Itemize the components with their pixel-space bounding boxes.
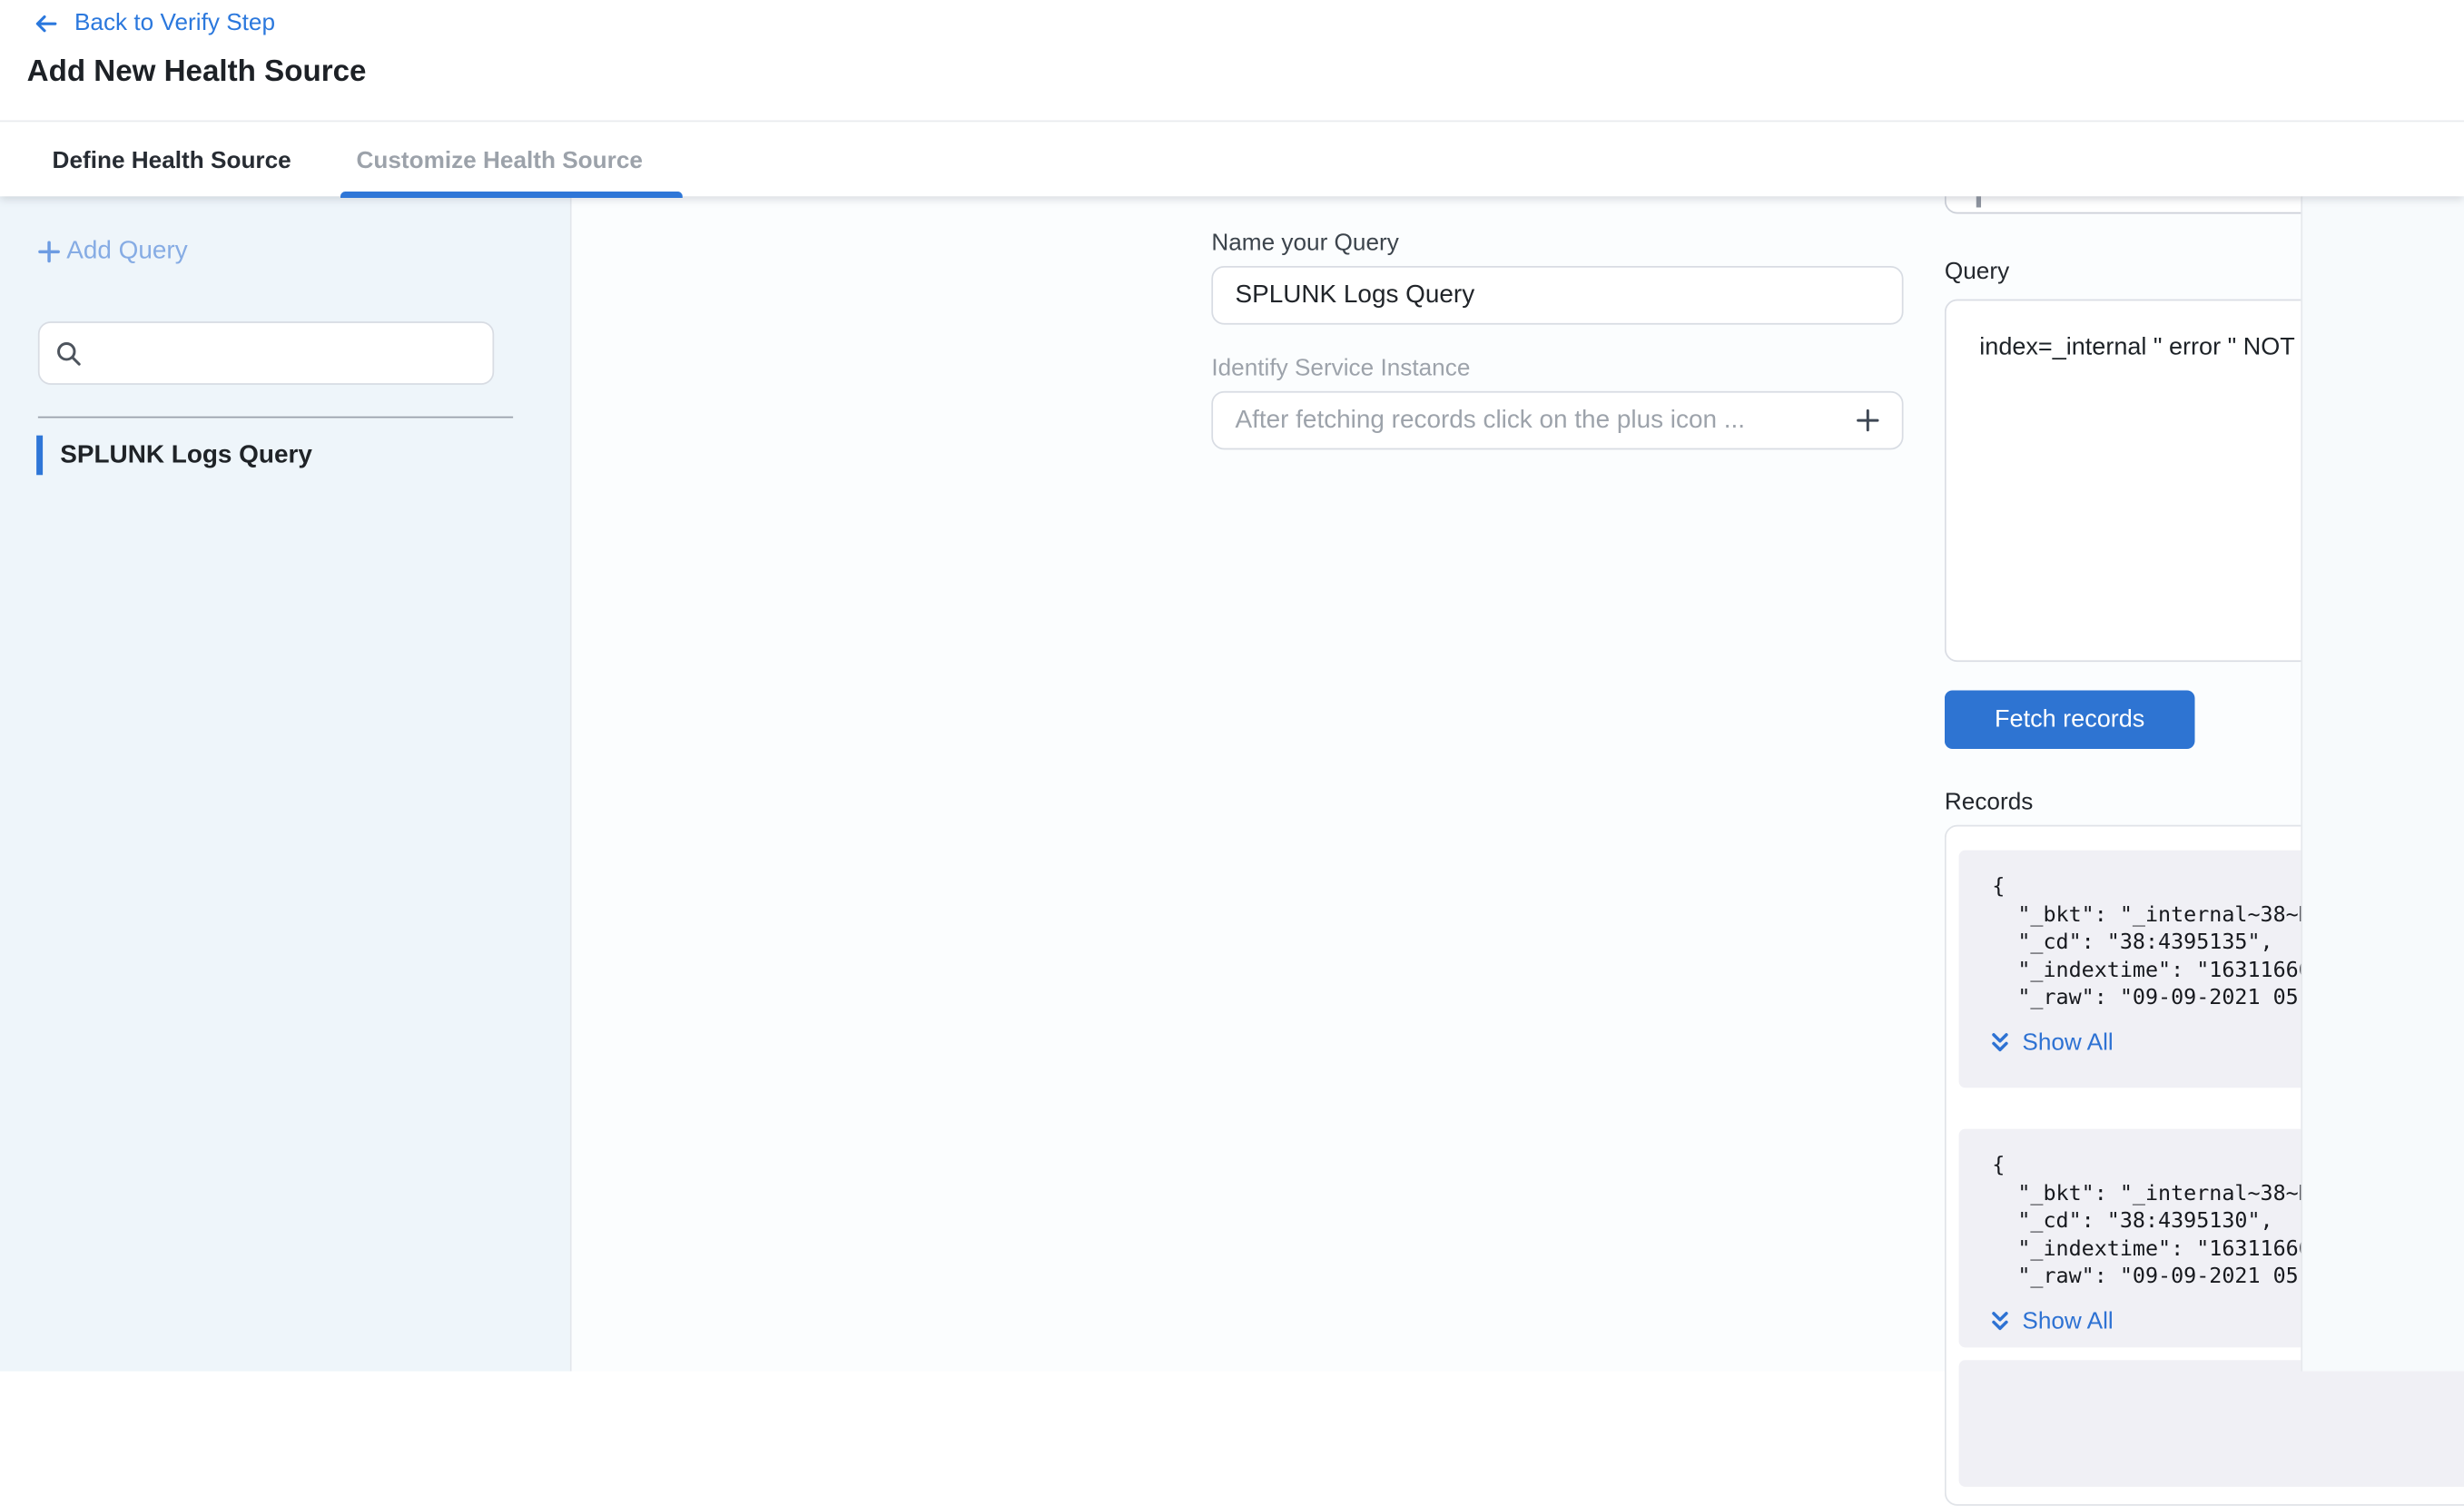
back-link-label: Back to Verify Step (74, 9, 275, 36)
double-chevron-down-icon (1989, 1030, 2011, 1054)
show-all-label: Show All (2022, 1308, 2113, 1335)
query-search (38, 321, 494, 385)
right-gutter-panel (2301, 196, 2464, 1371)
sidebar-item-splunk-logs-query[interactable]: SPLUNK Logs Query (36, 436, 543, 476)
plus-icon (1854, 406, 1881, 433)
double-chevron-down-icon (1989, 1309, 2011, 1333)
app-window: Back to Verify Step Add New Health Sourc… (0, 0, 2464, 1371)
identify-service-instance-label: Identify Service Instance (1211, 355, 1470, 382)
query-label: Query (1945, 258, 2009, 285)
sidebar-divider (38, 417, 513, 418)
tab-bar: Define Health Source Customize Health So… (0, 121, 2464, 198)
add-query-button[interactable]: Add Query (34, 238, 187, 266)
query-name-input[interactable] (1211, 266, 1903, 325)
service-instance-plus-button[interactable] (1847, 399, 1887, 440)
back-link[interactable]: Back to Verify Step (32, 9, 275, 36)
query-item-label: SPLUNK Logs Query (60, 441, 312, 469)
main-panel: Name your Query Identify Service Instanc… (572, 196, 2301, 1371)
tab-customize-health-source[interactable]: Customize Health Source (356, 122, 642, 198)
record-card-partial (1959, 1360, 2464, 1487)
service-instance-input[interactable] (1211, 391, 1903, 450)
show-all-label: Show All (2022, 1029, 2113, 1057)
fetch-records-button[interactable]: Fetch records (1945, 690, 2195, 749)
records-label: Records (1945, 789, 2033, 816)
search-icon (54, 338, 84, 368)
back-arrow-icon (32, 10, 59, 35)
search-input[interactable] (84, 340, 492, 366)
service-instance-field (1211, 391, 1903, 450)
plus-icon (34, 238, 63, 266)
add-query-label: Add Query (66, 238, 187, 266)
query-sidebar: Add Query SPLUNK Logs Query (0, 196, 572, 1371)
page-header: Back to Verify Step Add New Health Sourc… (0, 0, 2464, 196)
active-tab-underline (340, 191, 683, 198)
selected-indicator-bar (36, 436, 43, 476)
tab-define-health-source[interactable]: Define Health Source (53, 122, 291, 198)
page-title: Add New Health Source (27, 55, 367, 90)
content-area: Add Query SPLUNK Logs Query Name your Qu… (0, 196, 2464, 1371)
name-your-query-label: Name your Query (1211, 230, 1398, 257)
